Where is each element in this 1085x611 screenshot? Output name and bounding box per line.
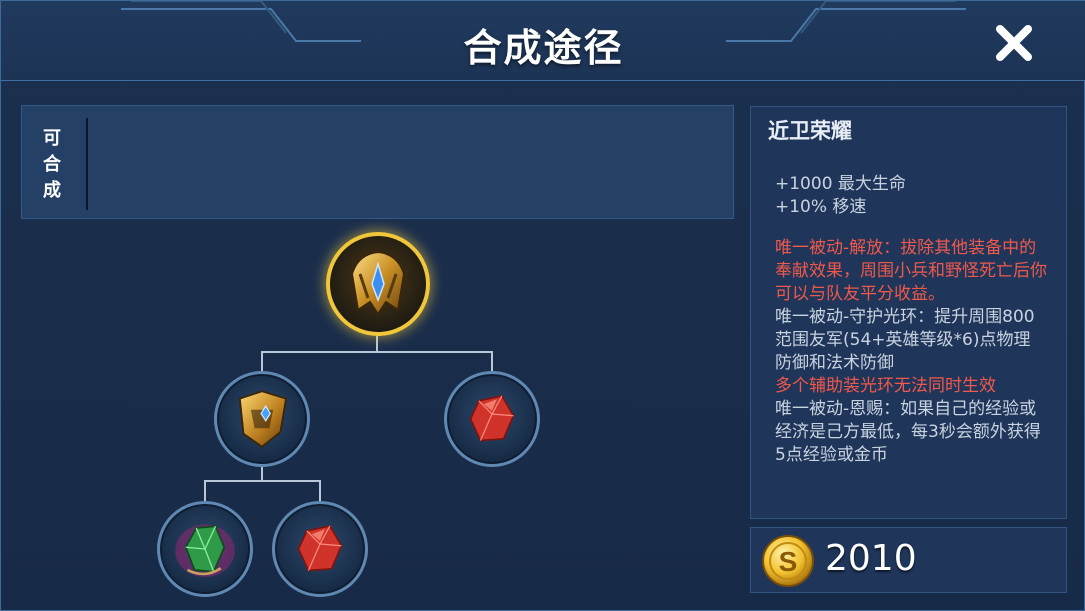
tree-connector bbox=[319, 480, 321, 502]
recipe-node-subcomponent-2[interactable] bbox=[272, 501, 368, 597]
passive-text: 唯一被动-守护光环：提升周围800范围友军(54+英雄等级*6)点物理防御和法术… bbox=[775, 307, 1035, 373]
item-name: 近卫荣耀 bbox=[768, 119, 852, 143]
golden-helmet-icon bbox=[350, 250, 406, 316]
tree-connector bbox=[491, 351, 493, 373]
tree-connector bbox=[204, 480, 206, 502]
red-crystal-icon bbox=[297, 524, 343, 572]
svg-text:S: S bbox=[779, 546, 798, 577]
red-crystal-icon bbox=[469, 394, 515, 442]
passive-text: 唯一被动-解放：拔除其他装备中的奉献效果，周围小兵和野怪死亡后你可以与队友平分收… bbox=[775, 238, 1047, 304]
recipe-node-subcomponent-1[interactable] bbox=[157, 501, 253, 597]
tree-connector bbox=[376, 334, 378, 352]
item-passives: 唯一被动-解放：拔除其他装备中的奉献效果，周围小兵和野怪死亡后你可以与队友平分收… bbox=[775, 237, 1047, 467]
tree-connector bbox=[261, 351, 493, 353]
item-info-panel: 近卫荣耀 +1000 最大生命 +10% 移速 唯一被动-解放：拔除其他装备中的… bbox=[750, 106, 1067, 519]
recipe-tree bbox=[1, 1, 741, 611]
synthesis-panel: 合成途径 可 合 成 近卫荣耀 +1000 最大生命 +10% 移速 唯一被动-… bbox=[0, 0, 1085, 611]
golden-shield-icon bbox=[238, 390, 288, 448]
close-button[interactable] bbox=[994, 23, 1034, 63]
item-stat: +10% 移速 bbox=[775, 197, 867, 217]
item-stat: +1000 最大生命 bbox=[775, 174, 906, 194]
close-icon bbox=[996, 25, 1032, 61]
tree-connector bbox=[261, 351, 263, 373]
recipe-node-component-2[interactable] bbox=[444, 371, 540, 467]
price-panel: S 2010 bbox=[750, 527, 1067, 593]
green-gem-icon bbox=[175, 524, 235, 577]
passive-text: 多个辅助装光环无法同时生效 bbox=[775, 376, 996, 396]
tree-connector bbox=[204, 480, 321, 482]
passive-text: 唯一被动-恩赐：如果自己的经验或经济是己方最低，每3秒会额外获得5点经验或金币 bbox=[775, 399, 1041, 465]
item-price: 2010 bbox=[825, 538, 917, 579]
recipe-node-component-1[interactable] bbox=[214, 371, 310, 467]
gold-coin-icon: S bbox=[762, 535, 814, 587]
recipe-node-root[interactable] bbox=[326, 232, 430, 336]
